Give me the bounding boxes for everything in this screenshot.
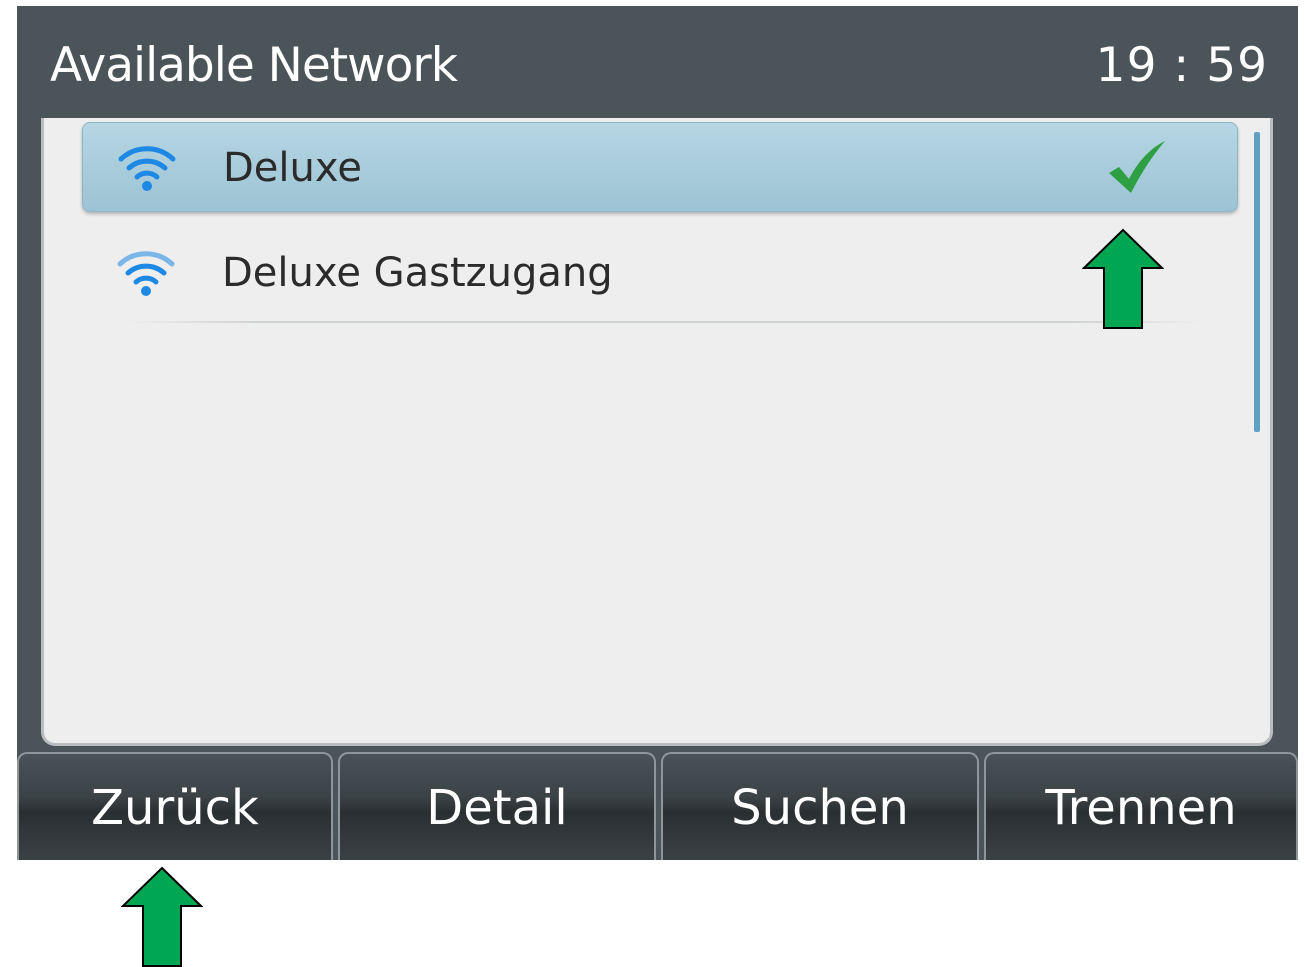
network-name: Deluxe	[223, 145, 362, 191]
network-name: Deluxe Gastzugang	[222, 250, 613, 296]
checkmark-icon	[1109, 141, 1165, 193]
clock: 19 : 59	[1095, 38, 1268, 93]
detail-button[interactable]: Detail	[338, 752, 656, 860]
scrollbar[interactable]	[1254, 132, 1260, 432]
wifi-icon	[118, 146, 176, 191]
list-divider	[124, 321, 1204, 323]
page-title: Available Network	[50, 38, 458, 93]
header-bar: Available Network 19 : 59	[17, 6, 1298, 116]
phone-screen: Available Network 19 : 59 Deluxe Deluxe …	[17, 6, 1298, 860]
back-button[interactable]: Zurück	[17, 752, 333, 860]
annotation-arrow-up-icon	[1082, 228, 1164, 329]
annotation-arrow-up-icon	[121, 866, 203, 967]
softkey-bar: Zurück Detail Suchen Trennen	[17, 752, 1298, 860]
disconnect-button[interactable]: Trennen	[984, 752, 1298, 860]
wifi-icon	[117, 251, 175, 296]
search-button[interactable]: Suchen	[661, 752, 979, 860]
network-item-deluxe[interactable]: Deluxe	[82, 122, 1238, 212]
network-item-deluxe-gastzugang[interactable]: Deluxe Gastzugang	[82, 228, 1238, 318]
network-list: Deluxe Deluxe Gastzugang	[41, 118, 1273, 746]
